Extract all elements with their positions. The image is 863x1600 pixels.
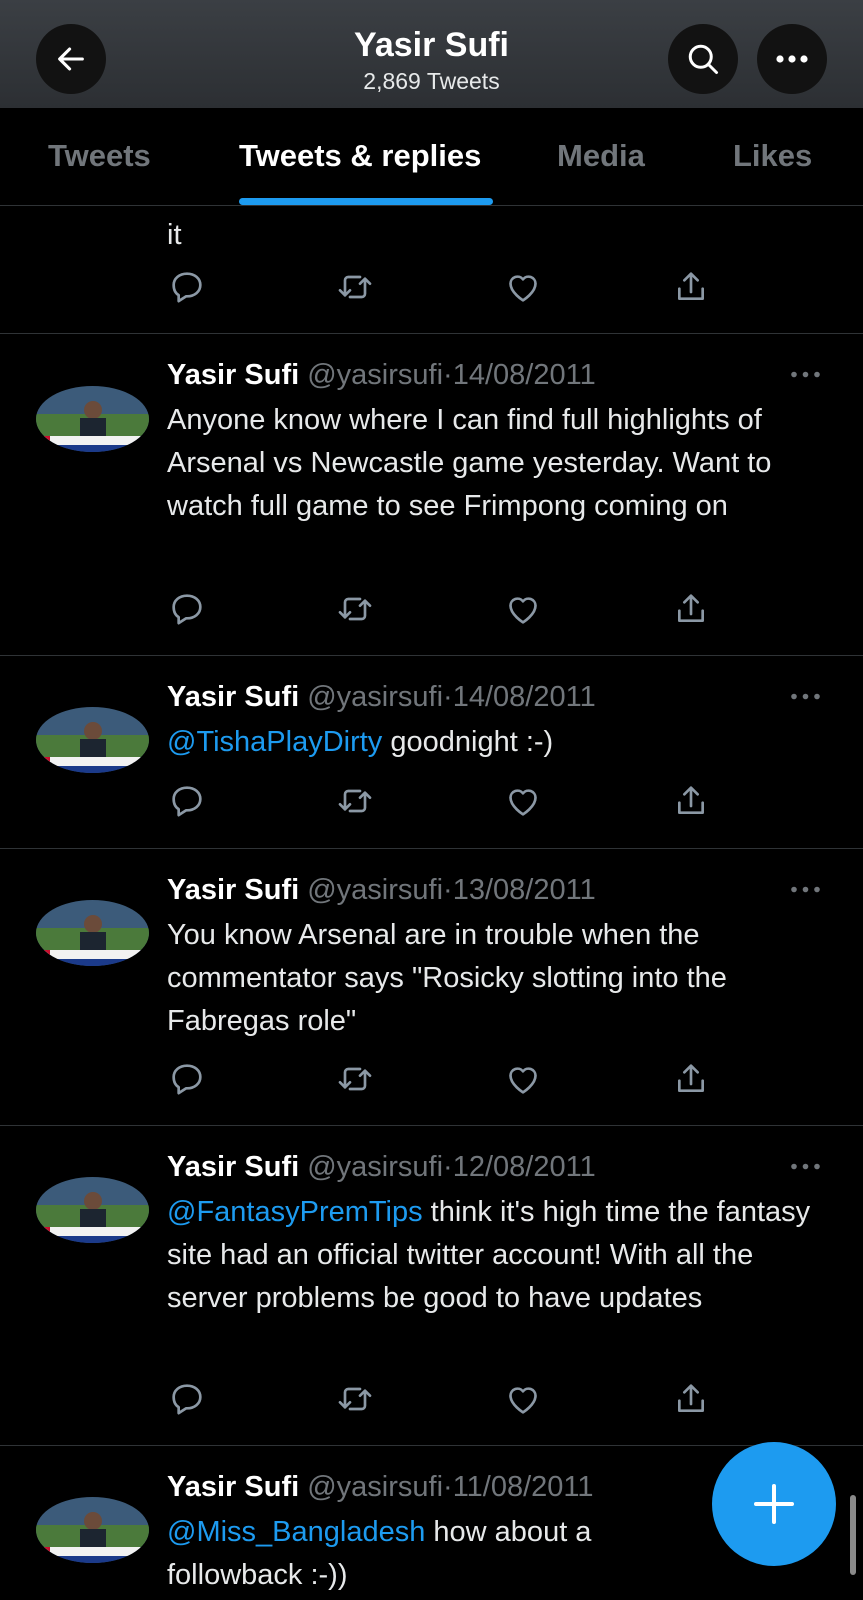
tweet-handle[interactable]: @yasirsufi bbox=[307, 681, 443, 713]
reply-icon[interactable] bbox=[167, 267, 207, 307]
tweet-date[interactable]: 11/08/2011 bbox=[453, 1471, 594, 1503]
share-icon[interactable] bbox=[671, 1059, 711, 1099]
tweet-actions bbox=[167, 781, 727, 821]
more-horizontal-icon[interactable] bbox=[790, 885, 821, 894]
tweet-text: You know Arsenal are in trouble when the… bbox=[167, 914, 837, 1043]
avatar-image bbox=[36, 1497, 149, 1563]
scrollbar[interactable] bbox=[850, 1495, 856, 1575]
tweet-handle[interactable]: @yasirsufi bbox=[307, 1471, 443, 1503]
tweet-author-name[interactable]: Yasir Sufi bbox=[167, 681, 299, 713]
tweet-date[interactable]: 14/08/2011 bbox=[453, 359, 596, 391]
tab-tweets-and-replies[interactable]: Tweets & replies bbox=[239, 138, 481, 174]
share-icon[interactable] bbox=[671, 267, 711, 307]
tweet-actions bbox=[167, 1059, 727, 1099]
tweet-author-name[interactable]: Yasir Sufi bbox=[167, 1151, 299, 1183]
heart-icon[interactable] bbox=[503, 781, 543, 821]
share-icon[interactable] bbox=[671, 589, 711, 629]
tweet-item[interactable]: Yasir Sufi @yasirsufi·14/08/2011 Anyone … bbox=[0, 334, 863, 656]
tweet-mention[interactable]: @Miss_Bangladesh bbox=[167, 1516, 425, 1548]
retweet-icon[interactable] bbox=[335, 1379, 375, 1419]
separator-dot: · bbox=[443, 359, 453, 391]
tweet-handle[interactable]: @yasirsufi bbox=[307, 874, 443, 906]
heart-icon[interactable] bbox=[503, 589, 543, 629]
tweet-author-name[interactable]: Yasir Sufi bbox=[167, 874, 299, 906]
tweet-item[interactable]: Yasir Sufi @yasirsufi·14/08/2011 @TishaP… bbox=[0, 656, 863, 849]
reply-icon[interactable] bbox=[167, 1059, 207, 1099]
tweet-body: You know Arsenal are in trouble when the… bbox=[167, 919, 727, 1037]
avatar-image bbox=[36, 900, 149, 966]
tab-likes[interactable]: Likes bbox=[733, 138, 812, 174]
profile-tabs: Tweets Tweets & replies Media Likes bbox=[0, 108, 863, 206]
tweet-text: @TishaPlayDirty goodnight :-) bbox=[167, 721, 837, 764]
tweet-text: Anyone know where I can find full highli… bbox=[167, 399, 837, 528]
tweet-author-name[interactable]: Yasir Sufi bbox=[167, 1471, 299, 1503]
separator-dot: · bbox=[443, 681, 453, 713]
reply-icon[interactable] bbox=[167, 589, 207, 629]
compose-tweet-button[interactable] bbox=[712, 1442, 836, 1566]
tweet-body: Anyone know where I can find full highli… bbox=[167, 404, 772, 522]
tweet-date[interactable]: 12/08/2011 bbox=[453, 1151, 596, 1183]
separator-dot: · bbox=[443, 1151, 453, 1183]
more-horizontal-icon[interactable] bbox=[790, 692, 821, 701]
retweet-icon[interactable] bbox=[335, 267, 375, 307]
tweet-mention[interactable]: @TishaPlayDirty bbox=[167, 726, 382, 758]
tab-media[interactable]: Media bbox=[557, 138, 645, 174]
tweet-mention[interactable]: @FantasyPremTips bbox=[167, 1196, 423, 1228]
tweet-text: @Miss_Bangladesh how about a followback … bbox=[167, 1511, 647, 1597]
plus-icon bbox=[754, 1484, 794, 1524]
tweet-actions bbox=[167, 589, 727, 629]
more-horizontal-icon bbox=[776, 55, 808, 63]
reply-icon[interactable] bbox=[167, 1379, 207, 1419]
avatar[interactable] bbox=[36, 707, 149, 773]
tweet-text: it bbox=[167, 219, 182, 251]
avatar-image bbox=[36, 1177, 149, 1243]
tweet-handle[interactable]: @yasirsufi bbox=[307, 359, 443, 391]
tab-tweets[interactable]: Tweets bbox=[48, 138, 151, 174]
avatar-image bbox=[36, 386, 149, 452]
more-horizontal-icon[interactable] bbox=[790, 1162, 821, 1171]
avatar[interactable] bbox=[36, 1497, 149, 1563]
tweet-date[interactable]: 13/08/2011 bbox=[453, 874, 596, 906]
tweet-text: @FantasyPremTips think it's high time th… bbox=[167, 1191, 837, 1320]
tweet-item[interactable]: Yasir Sufi @yasirsufi·12/08/2011 @Fantas… bbox=[0, 1126, 863, 1446]
more-options-button[interactable] bbox=[757, 24, 827, 94]
share-icon[interactable] bbox=[671, 781, 711, 821]
heart-icon[interactable] bbox=[503, 1379, 543, 1419]
retweet-icon[interactable] bbox=[335, 781, 375, 821]
tweet-item[interactable]: Yasir Sufi @yasirsufi·13/08/2011 You kno… bbox=[0, 849, 863, 1126]
avatar[interactable] bbox=[36, 900, 149, 966]
search-icon bbox=[688, 44, 718, 74]
heart-icon[interactable] bbox=[503, 267, 543, 307]
heart-icon[interactable] bbox=[503, 1059, 543, 1099]
more-horizontal-icon[interactable] bbox=[790, 370, 821, 379]
tweet-actions bbox=[167, 267, 727, 307]
active-tab-indicator bbox=[239, 198, 493, 205]
reply-icon[interactable] bbox=[167, 781, 207, 821]
avatar-image bbox=[36, 707, 149, 773]
retweet-icon[interactable] bbox=[335, 589, 375, 629]
share-icon[interactable] bbox=[671, 1379, 711, 1419]
separator-dot: · bbox=[443, 874, 453, 906]
tweet-handle[interactable]: @yasirsufi bbox=[307, 1151, 443, 1183]
separator-dot: · bbox=[443, 1471, 453, 1503]
tweet-date[interactable]: 14/08/2011 bbox=[453, 681, 596, 713]
tweet-body: goodnight :-) bbox=[390, 726, 554, 758]
profile-header: Yasir Sufi 2,869 Tweets bbox=[0, 0, 863, 108]
avatar[interactable] bbox=[36, 1177, 149, 1243]
avatar[interactable] bbox=[36, 386, 149, 452]
tweet-actions bbox=[167, 1379, 727, 1419]
retweet-icon[interactable] bbox=[335, 1059, 375, 1099]
tweet-author-name[interactable]: Yasir Sufi bbox=[167, 359, 299, 391]
search-button[interactable] bbox=[668, 24, 738, 94]
tweet-item[interactable]: it bbox=[0, 206, 863, 334]
